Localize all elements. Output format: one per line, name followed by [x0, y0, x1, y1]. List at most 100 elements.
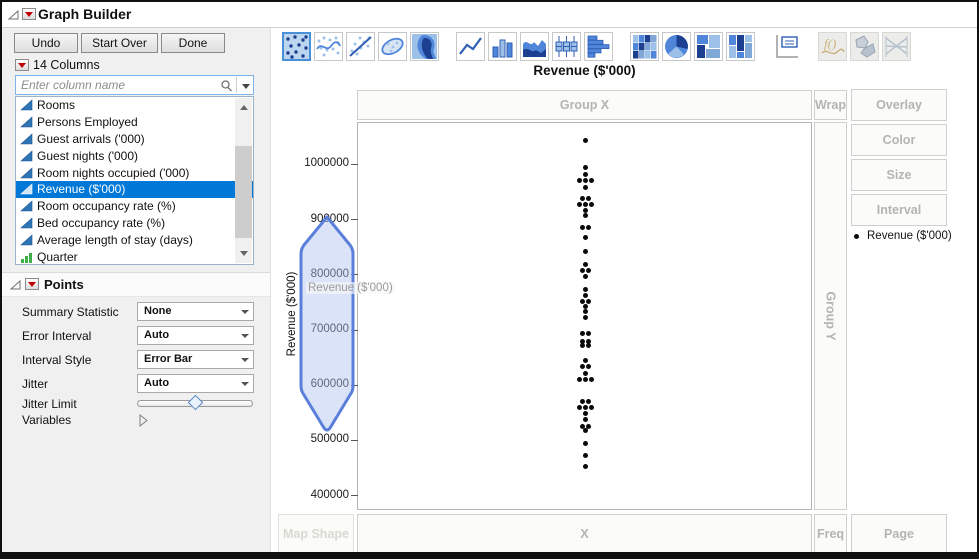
data-point[interactable] [588, 405, 594, 411]
drop-zone-freq[interactable]: Freq [814, 514, 847, 552]
done-button[interactable]: Done [161, 33, 225, 53]
jitter-limit-slider-thumb[interactable] [187, 394, 204, 411]
column-item-guest-nights-000[interactable]: Guest nights ('000) [16, 147, 253, 164]
columns-list-scrollbar[interactable] [235, 98, 252, 263]
scrollbar-thumb[interactable] [235, 146, 252, 238]
data-point[interactable] [582, 370, 588, 376]
drop-zone-interval[interactable]: Interval [851, 194, 947, 226]
column-item-average-length-of-stay-days[interactable]: Average length of stay (days) [16, 231, 253, 248]
scroll-down-icon[interactable] [235, 248, 252, 263]
data-point[interactable] [579, 330, 585, 336]
histogram-element-icon[interactable] [584, 32, 613, 61]
data-point[interactable] [588, 178, 594, 184]
data-point[interactable] [585, 364, 591, 370]
heatmap-element-icon[interactable] [630, 32, 659, 61]
pie-element-icon[interactable] [662, 32, 691, 61]
bar-element-icon[interactable] [488, 32, 517, 61]
smoother-element-icon[interactable] [314, 32, 343, 61]
caption-box-element-icon[interactable] [772, 32, 801, 61]
column-item-persons-employed[interactable]: Persons Employed [16, 114, 253, 131]
data-point[interactable] [582, 315, 588, 321]
data-point[interactable] [585, 225, 591, 231]
data-point[interactable] [579, 195, 585, 201]
treemap-element-icon[interactable] [694, 32, 723, 61]
data-point[interactable] [582, 308, 588, 314]
data-point[interactable] [582, 137, 588, 143]
drop-zone-x[interactable]: X [357, 514, 812, 552]
column-item-room-nights-occupied-000[interactable]: Room nights occupied ('000) [16, 164, 253, 181]
search-dropdown-icon[interactable] [242, 84, 250, 93]
data-point[interactable] [582, 286, 588, 292]
data-point[interactable] [582, 463, 588, 469]
data-point[interactable] [582, 452, 588, 458]
summary-statistic-dropdown[interactable]: None [137, 302, 254, 321]
drop-zone-overlay[interactable]: Overlay [851, 89, 947, 121]
column-item-guest-arrivals-000[interactable]: Guest arrivals ('000) [16, 131, 253, 148]
scroll-up-icon[interactable] [235, 98, 252, 113]
data-point[interactable] [582, 411, 588, 417]
drop-zone-map-shape[interactable]: Map Shape [278, 514, 354, 552]
variables-disclosure-icon[interactable] [139, 414, 149, 427]
data-point[interactable] [576, 405, 582, 411]
plot-area[interactable] [357, 122, 812, 510]
data-point[interactable] [579, 364, 585, 370]
data-point[interactable] [582, 213, 588, 219]
drop-zone-wrap[interactable]: Wrap [814, 90, 847, 120]
data-point[interactable] [582, 262, 588, 268]
ellipse-element-icon[interactable] [378, 32, 407, 61]
data-point[interactable] [582, 358, 588, 364]
contour-element-icon[interactable] [410, 32, 439, 61]
data-point[interactable] [582, 207, 588, 213]
search-icon[interactable] [220, 79, 233, 92]
data-point[interactable] [576, 376, 582, 382]
column-item-revenue-000[interactable]: Revenue ($'000) [16, 180, 253, 198]
data-point[interactable] [582, 292, 588, 298]
data-point[interactable] [585, 195, 591, 201]
drop-zone-size[interactable]: Size [851, 159, 947, 191]
data-point[interactable] [582, 172, 588, 178]
column-item-bed-occupancy-rate[interactable]: Bed occupancy rate (%) [16, 215, 253, 232]
data-point[interactable] [582, 201, 588, 207]
drop-zone-color[interactable]: Color [851, 124, 947, 156]
line-element-icon[interactable] [456, 32, 485, 61]
search-input[interactable]: Enter column name [15, 75, 254, 95]
data-point[interactable] [579, 268, 585, 274]
collapse-triangle-icon[interactable] [8, 10, 19, 20]
start-over-button[interactable]: Start Over [81, 33, 158, 53]
line-of-fit-element-icon[interactable] [346, 32, 375, 61]
data-point[interactable] [585, 398, 591, 404]
data-point[interactable] [576, 178, 582, 184]
data-point[interactable] [585, 330, 591, 336]
data-point[interactable] [582, 405, 588, 411]
data-point[interactable] [582, 274, 588, 280]
data-point[interactable] [588, 376, 594, 382]
drop-zone-group-x[interactable]: Group X [357, 90, 812, 120]
columns-red-triangle-icon[interactable] [15, 59, 29, 71]
column-item-rooms[interactable]: Rooms [16, 97, 253, 114]
data-point[interactable] [582, 428, 588, 434]
points-collapse-triangle-icon[interactable] [10, 280, 21, 290]
column-item-quarter[interactable]: Quarter [16, 248, 253, 264]
data-point[interactable] [582, 165, 588, 171]
undo-button[interactable]: Undo [14, 33, 78, 53]
data-point[interactable] [582, 248, 588, 254]
data-point[interactable] [585, 298, 591, 304]
data-point[interactable] [579, 343, 585, 349]
data-point[interactable] [582, 417, 588, 423]
data-point[interactable] [582, 440, 588, 446]
data-point[interactable] [576, 201, 582, 207]
mosaic-element-icon[interactable] [726, 32, 755, 61]
data-point[interactable] [585, 343, 591, 349]
column-item-room-occupancy-rate[interactable]: Room occupancy rate (%) [16, 198, 253, 215]
data-point[interactable] [582, 376, 588, 382]
jitter-dropdown[interactable]: Auto [137, 374, 254, 393]
area-element-icon[interactable] [520, 32, 549, 61]
red-triangle-menu-icon[interactable] [22, 8, 36, 20]
box-plot-element-icon[interactable] [552, 32, 581, 61]
data-point[interactable] [582, 184, 588, 190]
data-point[interactable] [582, 178, 588, 184]
drop-zone-group-y[interactable]: Group Y [814, 122, 847, 510]
data-point[interactable] [582, 234, 588, 240]
drop-zone-page[interactable]: Page [851, 514, 947, 552]
data-point[interactable] [579, 225, 585, 231]
